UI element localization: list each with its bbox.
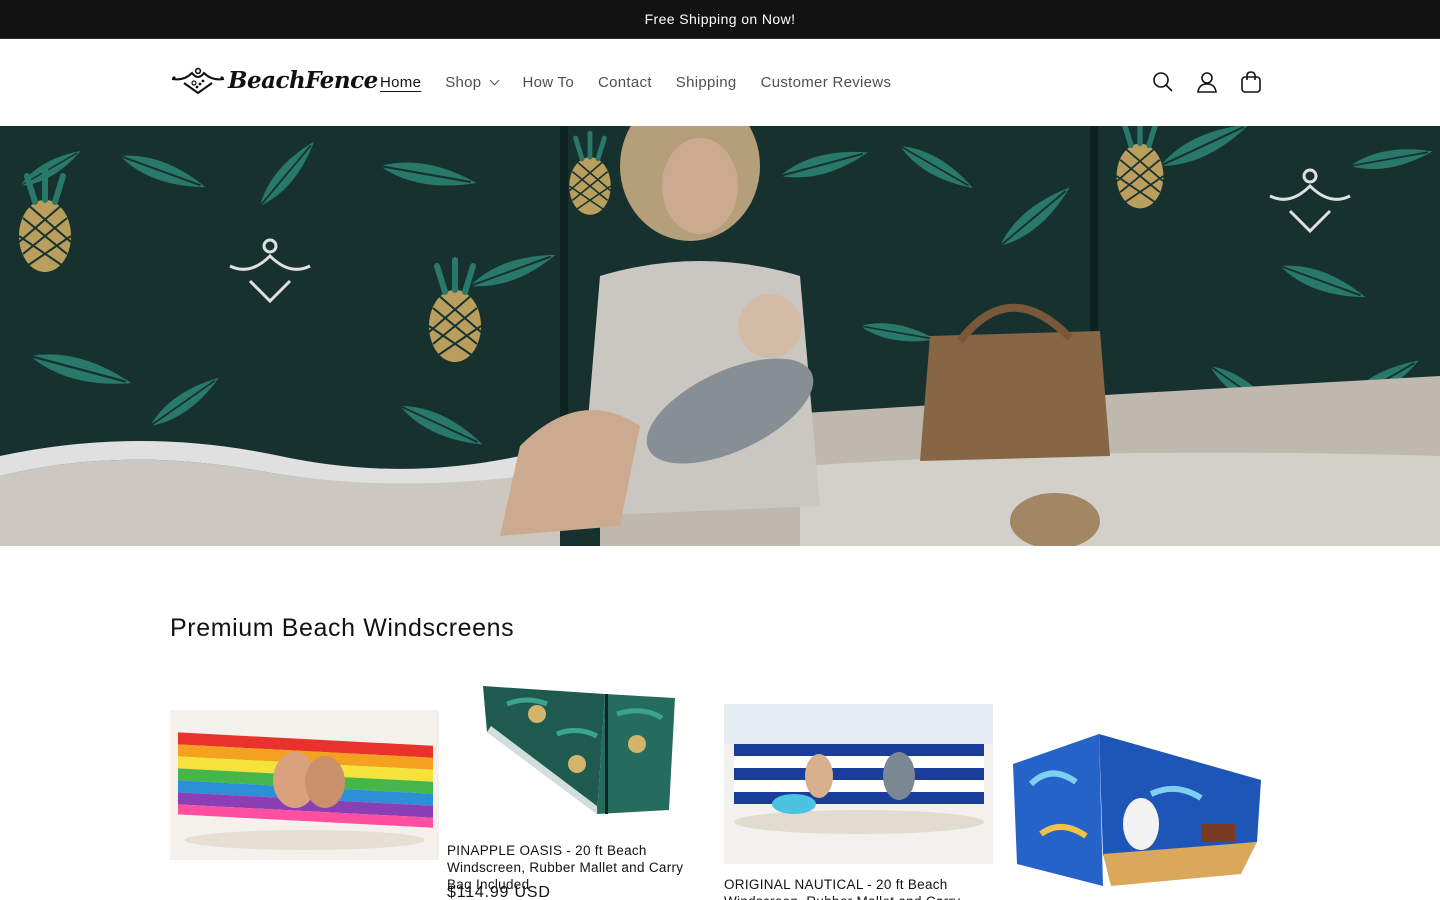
brand-wordmark: BeachFence	[228, 67, 378, 94]
announcement-text: Free Shipping on Now!	[644, 11, 796, 27]
product-image[interactable]	[447, 674, 716, 824]
site-header: BeachFence Home Shop How To Contact Ship…	[0, 39, 1440, 126]
product-image[interactable]	[1001, 724, 1270, 894]
nav-item-label: How To	[522, 74, 574, 91]
nautical-windscreen-image	[724, 704, 993, 864]
account-icon	[1197, 72, 1217, 93]
search-icon	[1153, 72, 1173, 92]
hero-banner	[0, 126, 1440, 546]
tropical-blue-windscreen-image	[1001, 724, 1270, 894]
nav-item-label: Customer Reviews	[760, 74, 892, 91]
nav-item-how-to[interactable]: How To	[510, 63, 586, 103]
product-image[interactable]	[170, 710, 439, 860]
nav-item-shop[interactable]: Shop	[433, 63, 510, 103]
crown-logo-icon	[171, 67, 225, 95]
collection-title: Premium Beach Windscreens	[170, 614, 515, 642]
nav-item-shipping[interactable]: Shipping	[664, 63, 749, 103]
announcement-bar: Free Shipping on Now!	[0, 0, 1440, 39]
brand-logo[interactable]: BeachFence	[170, 65, 378, 101]
header-actions	[1141, 60, 1273, 104]
product-grid: PINAPPLE OASIS - 20 ft Beach Windscreen,…	[170, 674, 1270, 900]
cart-icon	[1241, 71, 1261, 93]
hero-image	[0, 126, 1440, 546]
chevron-down-icon	[490, 75, 500, 86]
nav-item-label: Home	[380, 74, 422, 91]
nav-item-label: Shipping	[675, 74, 737, 91]
product-price: $114.99 USD	[447, 884, 551, 900]
pinapple-windscreen-image	[447, 674, 716, 824]
cart-button[interactable]	[1229, 60, 1273, 104]
nav-item-home[interactable]: Home	[368, 63, 433, 103]
nav-item-contact[interactable]: Contact	[586, 63, 664, 103]
nav-item-label: Contact	[598, 74, 652, 91]
product-image[interactable]	[724, 704, 993, 864]
rainbow-windscreen-image	[170, 710, 439, 860]
account-button[interactable]	[1185, 60, 1229, 104]
search-button[interactable]	[1141, 60, 1185, 104]
product-title[interactable]: ORIGINAL NAUTICAL - 20 ft Beach Windscre…	[724, 876, 984, 900]
main-nav: Home Shop How To Contact Shipping Custom…	[368, 39, 903, 126]
nav-item-customer-reviews[interactable]: Customer Reviews	[749, 63, 904, 103]
nav-item-label: Shop	[445, 74, 482, 91]
